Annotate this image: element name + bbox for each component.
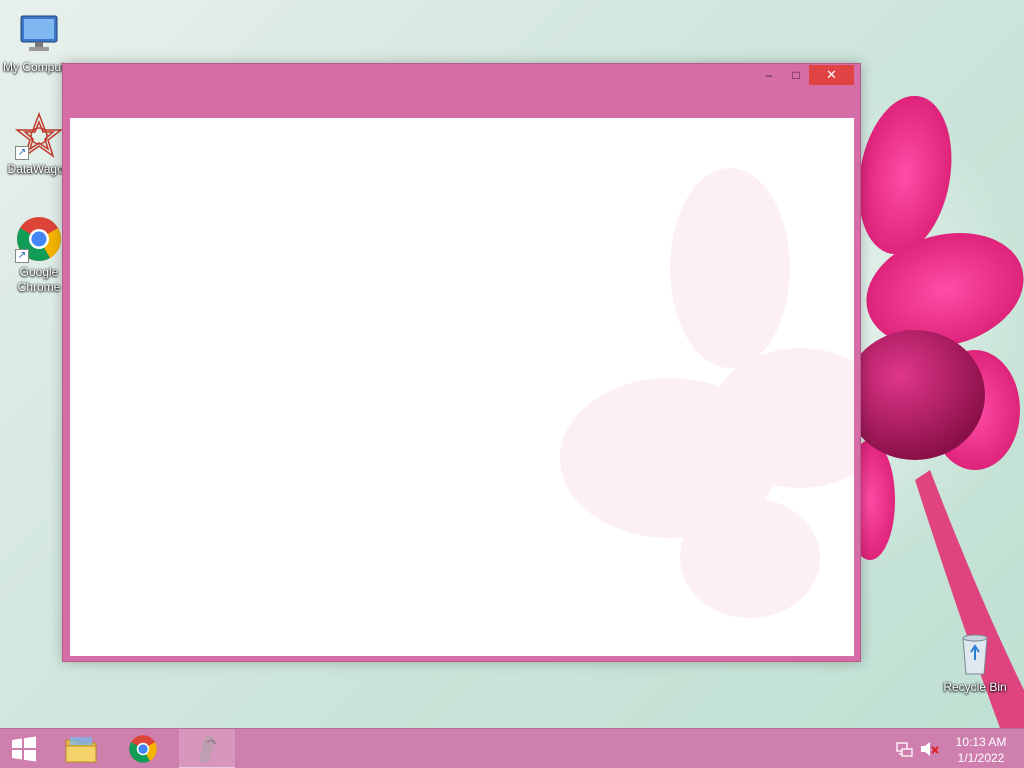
- taskbar: 10:13 AM 1/1/2022: [0, 728, 1024, 768]
- content-watermark: [560, 168, 854, 618]
- windows-logo-icon: [12, 736, 36, 762]
- clock-time: 10:13 AM: [955, 735, 1007, 749]
- desktop-icon-recycle-bin[interactable]: Recycle Bin: [936, 630, 1014, 695]
- network-icon[interactable]: [896, 741, 914, 757]
- desktop-icon-label: Recycle Bin: [943, 680, 1007, 694]
- minimize-button[interactable]: –: [756, 65, 782, 85]
- folder-icon: [65, 737, 97, 763]
- close-button[interactable]: ✕: [809, 65, 854, 85]
- taskbar-running-app[interactable]: [179, 729, 235, 768]
- app-icon: [199, 735, 216, 762]
- taskbar-google-chrome[interactable]: [117, 729, 169, 768]
- window-content-area: [70, 118, 854, 656]
- chrome-icon: ↗: [15, 215, 63, 263]
- start-button[interactable]: [0, 729, 48, 768]
- app-window[interactable]: – □ ✕: [62, 63, 861, 662]
- maximize-button[interactable]: □: [783, 65, 809, 85]
- clock-date: 1/1/2022: [957, 751, 1005, 765]
- computer-icon: [15, 10, 63, 58]
- desktop: My Computer ↗ DataWagon ↗ Google Chrome …: [0, 0, 1024, 728]
- volume-muted-icon[interactable]: [920, 741, 940, 757]
- taskbar-file-explorer[interactable]: [55, 729, 107, 768]
- shortcut-arrow-icon: ↗: [15, 249, 29, 263]
- window-title-bar[interactable]: – □ ✕: [63, 64, 860, 118]
- shortcut-arrow-icon: ↗: [15, 146, 29, 160]
- recycle-bin-icon: [951, 630, 999, 678]
- datawagon-icon: ↗: [14, 111, 64, 160]
- chrome-icon: [129, 735, 157, 763]
- taskbar-clock[interactable]: 10:13 AM 1/1/2022: [948, 734, 1014, 766]
